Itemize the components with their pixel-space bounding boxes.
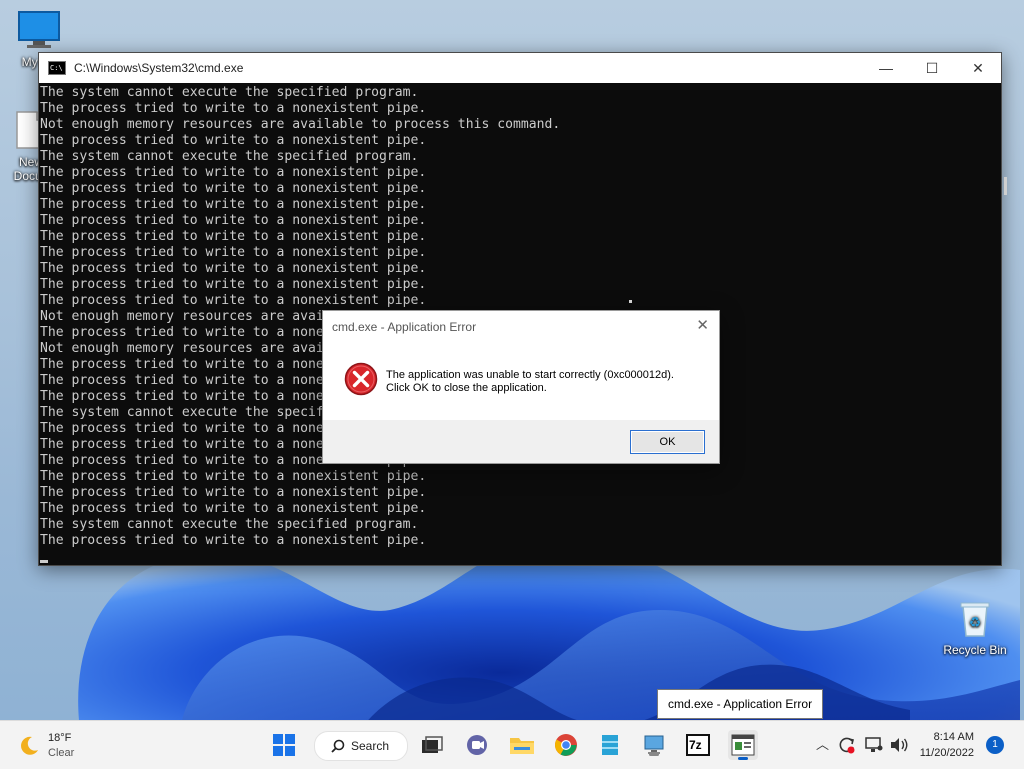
desktop-icon-recycle-bin[interactable]: ♻ Recycle Bin xyxy=(940,598,1010,657)
cmd-app-icon: C:\ xyxy=(48,61,66,75)
dialog-title: cmd.exe - Application Error xyxy=(332,320,477,334)
ok-button[interactable]: OK xyxy=(630,430,705,454)
taskbar-cmd[interactable] xyxy=(728,730,758,760)
taskbar-search[interactable]: Search xyxy=(314,731,408,761)
desktop-icon-label: Recycle Bin xyxy=(943,643,1007,657)
dialog-close-button[interactable]: ✕ xyxy=(696,316,709,334)
dialog-message-line: Click OK to close the application. xyxy=(386,382,547,394)
windows-logo-icon xyxy=(273,734,295,756)
task-view-icon xyxy=(422,736,443,753)
start-button[interactable] xyxy=(270,731,298,759)
taskbar-7zip[interactable]: 7z xyxy=(684,731,712,759)
taskbar-teams[interactable] xyxy=(463,731,491,759)
dialog-message-line: The application was unable to start corr… xyxy=(386,369,674,381)
console-line: The system cannot execute the specified … xyxy=(40,85,419,100)
console-line: The process tried to write to a nonexist… xyxy=(40,533,427,548)
weather-temperature: 18°F xyxy=(48,732,72,744)
dialog-footer: OK xyxy=(323,420,719,463)
cmd-window[interactable]: C:\ C:\Windows\System32\cmd.exe — ☐ ✕ Th… xyxy=(38,52,1007,566)
taskbar-chrome[interactable] xyxy=(552,731,580,759)
console-line: The process tried to write to a nonexist… xyxy=(40,261,427,276)
folder-icon xyxy=(510,738,534,754)
recycle-bin-icon: ♻ xyxy=(960,602,990,637)
app-package-icon xyxy=(602,735,618,755)
console-line: The process tried to write to a nonexist… xyxy=(40,101,427,116)
console-line: The process tried to write to a nonexist… xyxy=(40,133,427,148)
monitor-icon xyxy=(18,11,60,48)
maximize-button[interactable]: ☐ xyxy=(909,53,955,83)
application-error-dialog[interactable]: cmd.exe - Application Error ✕ The applic… xyxy=(322,310,720,464)
clock-time: 8:14 AM xyxy=(933,731,974,743)
console-line: The process tried to write to a nonexist… xyxy=(40,245,427,260)
console-line: The process tried to write to a nonexist… xyxy=(40,197,427,212)
console-line: The process tried to write to a nonexist… xyxy=(40,181,427,196)
taskbar-clock[interactable]: 8:14 AM 11/20/2022 xyxy=(920,729,974,761)
network-icon[interactable] xyxy=(864,736,884,754)
taskbar: 18°F Clear Search 7z ︿ 8:14 AM 11/20/202… xyxy=(0,720,1024,769)
error-icon xyxy=(344,362,378,396)
7zip-label: 7z xyxy=(689,738,702,752)
console-line: The process tried to write to a nonexist… xyxy=(40,469,427,484)
cmd-window-icon xyxy=(731,734,755,756)
taskbar-task-view[interactable] xyxy=(418,731,446,759)
window-title: C:\Windows\System32\cmd.exe xyxy=(74,61,244,75)
taskbar-app-boxes[interactable] xyxy=(596,731,624,759)
console-line: The process tried to write to a nonexist… xyxy=(40,501,427,516)
chrome-icon xyxy=(555,734,577,756)
teams-chat-icon xyxy=(467,735,487,755)
minimize-button[interactable]: — xyxy=(863,53,909,83)
moon-icon xyxy=(21,736,38,755)
notification-badge[interactable]: 1 xyxy=(986,736,1004,754)
text-cursor xyxy=(40,560,48,563)
scrollbar-thumb[interactable] xyxy=(1004,177,1007,195)
console-line: The process tried to write to a nonexist… xyxy=(40,213,427,228)
running-indicator xyxy=(738,757,748,760)
dialog-message: The application was unable to start corr… xyxy=(386,369,674,395)
sync-alert-icon[interactable] xyxy=(837,735,857,755)
tray-chevron-up-icon[interactable]: ︿ xyxy=(816,734,829,753)
taskbar-network-app[interactable] xyxy=(640,731,668,759)
weather-condition: Clear xyxy=(48,747,75,759)
mouse-pointer xyxy=(629,300,632,303)
taskbar-file-explorer[interactable] xyxy=(508,731,536,759)
console-line: The process tried to write to a nonexist… xyxy=(40,485,427,500)
console-line: The system cannot execute the specified … xyxy=(40,149,419,164)
cmd-titlebar[interactable]: C:\ C:\Windows\System32\cmd.exe — ☐ ✕ xyxy=(39,53,1001,83)
console-line: The process tried to write to a nonexist… xyxy=(40,229,427,244)
search-label: Search xyxy=(351,739,390,753)
console-line: The process tried to write to a nonexist… xyxy=(40,277,427,292)
svg-text:♻: ♻ xyxy=(969,614,982,630)
search-icon xyxy=(331,739,345,753)
console-line: The process tried to write to a nonexist… xyxy=(40,293,427,308)
close-button[interactable]: ✕ xyxy=(955,53,1001,83)
console-line: The process tried to write to a nonexist… xyxy=(40,165,427,180)
clock-date: 11/20/2022 xyxy=(919,747,974,759)
weather-widget[interactable]: 18°F Clear xyxy=(18,731,74,761)
volume-icon[interactable] xyxy=(889,736,909,754)
taskbar-tooltip: cmd.exe - Application Error xyxy=(657,689,824,719)
console-line: The system cannot execute the specified … xyxy=(40,517,419,532)
console-line: Not enough memory resources are availabl… xyxy=(40,117,561,132)
running-indicator xyxy=(649,753,659,756)
